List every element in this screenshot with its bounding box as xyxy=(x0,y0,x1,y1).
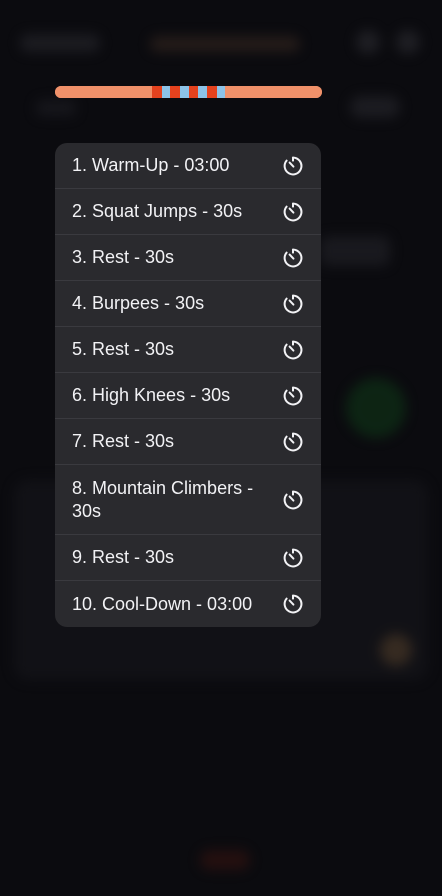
background-element xyxy=(20,34,100,52)
workout-step-item[interactable]: 1. Warm-Up - 03:00 xyxy=(55,143,321,189)
workout-step-item[interactable]: 7. Rest - 30s xyxy=(55,419,321,465)
progress-segment xyxy=(55,86,152,98)
background-element xyxy=(380,634,412,666)
workout-step-label: 3. Rest - 30s xyxy=(72,247,175,267)
workout-step-label: 9. Rest - 30s xyxy=(72,547,175,567)
progress-segment xyxy=(206,86,217,98)
timer-icon xyxy=(282,339,304,361)
progress-segment xyxy=(225,86,322,98)
timer-icon xyxy=(282,431,304,453)
timer-icon xyxy=(282,547,304,569)
workout-step-label: 2. Squat Jumps - 30s xyxy=(72,201,243,221)
workout-step-item[interactable]: 9. Rest - 30s xyxy=(55,535,321,581)
background-element xyxy=(150,36,300,52)
background-element xyxy=(36,100,76,116)
workout-step-label: 1. Warm-Up - 03:00 xyxy=(72,155,230,175)
workout-step-item[interactable]: 2. Squat Jumps - 30s xyxy=(55,189,321,235)
progress-segment xyxy=(198,86,207,98)
background-element xyxy=(200,850,250,870)
workout-steps-menu: 1. Warm-Up - 03:00 2. Squat Jumps - 30s 3.… xyxy=(55,143,321,627)
progress-segment xyxy=(216,86,226,98)
background-element xyxy=(346,378,406,438)
workout-step-item[interactable]: 4. Burpees - 30s xyxy=(55,281,321,327)
progress-segment xyxy=(179,86,189,98)
timer-icon xyxy=(282,593,304,615)
workout-step-label: 6. High Knees - 30s xyxy=(72,385,231,405)
workout-step-item[interactable]: 3. Rest - 30s xyxy=(55,235,321,281)
timer-icon xyxy=(282,385,304,407)
workout-step-item[interactable]: 5. Rest - 30s xyxy=(55,327,321,373)
timer-icon xyxy=(282,247,304,269)
background-element xyxy=(396,30,420,54)
background-element xyxy=(320,236,390,266)
workout-step-label: 5. Rest - 30s xyxy=(72,339,175,359)
timer-icon xyxy=(282,201,304,223)
timer-icon xyxy=(282,293,304,315)
progress-segment xyxy=(170,86,180,98)
timer-icon xyxy=(282,489,304,511)
workout-step-item[interactable]: 6. High Knees - 30s xyxy=(55,373,321,419)
workout-step-item[interactable]: 8. Mountain Climbers - 30s xyxy=(55,465,321,535)
background-element xyxy=(356,30,380,54)
workout-step-label: 4. Burpees - 30s xyxy=(72,293,205,313)
workout-progress-bar xyxy=(55,86,322,98)
timer-icon xyxy=(282,155,304,177)
workout-step-item[interactable]: 10. Cool-Down - 03:00 xyxy=(55,581,321,627)
workout-step-label: 7. Rest - 30s xyxy=(72,431,175,451)
workout-step-label: 10. Cool-Down - 03:00 xyxy=(72,593,253,614)
progress-segment xyxy=(161,86,171,98)
workout-step-label: 8. Mountain Climbers - 30s xyxy=(72,477,254,521)
background-element xyxy=(350,96,400,118)
progress-segment xyxy=(188,86,199,98)
progress-segment xyxy=(151,86,162,98)
workout-screen: 1. Warm-Up - 03:00 2. Squat Jumps - 30s 3.… xyxy=(0,0,442,896)
